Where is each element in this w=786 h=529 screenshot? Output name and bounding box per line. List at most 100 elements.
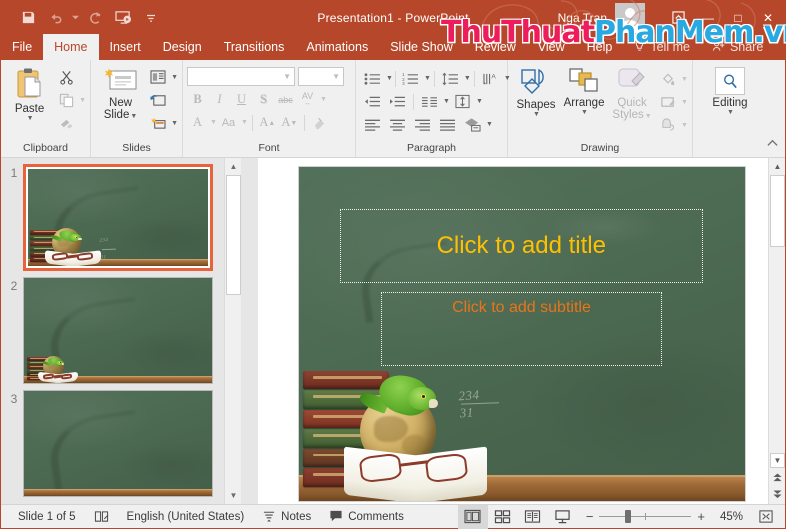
notes-button[interactable]: Notes xyxy=(253,509,320,525)
zoom-level[interactable]: 45% xyxy=(711,511,743,523)
shape-outline-dropdown-icon[interactable]: ▼ xyxy=(681,99,688,106)
thumbnail-item-2[interactable]: 2 xyxy=(1,271,241,384)
slide-show-button[interactable] xyxy=(548,505,578,529)
increase-font-size-button[interactable]: A ▲ xyxy=(257,112,278,133)
numbering-dropdown-icon[interactable]: ▼ xyxy=(424,75,431,82)
undo-icon[interactable] xyxy=(43,6,69,30)
shapes-button[interactable]: Shapes ▼ xyxy=(512,63,560,118)
customize-qat-icon[interactable] xyxy=(138,6,164,30)
shape-fill-dropdown-icon[interactable]: ▼ xyxy=(681,76,688,83)
slide-scrollbar[interactable]: ▲ ▼ xyxy=(768,158,785,504)
tab-file[interactable]: File xyxy=(1,34,43,60)
quick-styles-dropdown-icon[interactable]: ▼ xyxy=(645,113,652,120)
shape-effects-icon[interactable] xyxy=(656,114,680,136)
restore-button[interactable]: □ xyxy=(723,1,753,34)
zoom-controls[interactable]: − + 45% xyxy=(578,509,751,524)
share-button[interactable]: Share xyxy=(701,34,774,60)
redo-icon[interactable] xyxy=(82,6,108,30)
change-case-button[interactable]: Aa xyxy=(218,112,239,133)
thumbnail-3[interactable] xyxy=(23,390,213,497)
tab-help[interactable]: Help xyxy=(576,34,624,60)
align-center-icon[interactable] xyxy=(385,114,410,135)
font-name-input[interactable]: ▼ xyxy=(187,67,295,86)
shape-fill-icon[interactable] xyxy=(656,68,680,90)
accessibility-icon[interactable] xyxy=(85,510,118,524)
slide-scroll-thumb[interactable] xyxy=(770,175,785,247)
convert-to-smartart-dropdown-icon[interactable]: ▼ xyxy=(486,121,493,128)
slide-scroll-up-icon[interactable]: ▲ xyxy=(769,158,786,175)
line-spacing-dropdown-icon[interactable]: ▼ xyxy=(464,75,471,82)
close-button[interactable]: ✕ xyxy=(753,1,783,34)
slide-editing-area[interactable]: 234 31 Click to add title Click to add s… xyxy=(258,158,785,504)
character-spacing-dropdown-icon[interactable]: ▼ xyxy=(320,96,327,103)
start-from-beginning-icon[interactable] xyxy=(110,6,136,30)
italic-button[interactable]: I xyxy=(209,89,230,110)
thumbnail-scroll-up-icon[interactable]: ▲ xyxy=(225,158,241,175)
tab-home[interactable]: Home xyxy=(43,34,99,60)
thumbnail-2[interactable] xyxy=(23,277,213,384)
text-shadow-button[interactable]: S xyxy=(253,89,274,110)
line-spacing-icon[interactable] xyxy=(438,68,463,89)
new-slide-dropdown-icon[interactable]: ▼ xyxy=(130,113,137,120)
decrease-font-size-button[interactable]: A ▼ xyxy=(279,112,300,133)
decrease-indent-icon[interactable] xyxy=(360,91,385,112)
text-direction-icon[interactable]: A xyxy=(478,68,503,89)
shapes-dropdown-icon[interactable]: ▼ xyxy=(533,111,540,118)
font-size-input[interactable]: ▼ xyxy=(298,67,344,86)
bullets-dropdown-icon[interactable]: ▼ xyxy=(386,75,393,82)
tab-animations[interactable]: Animations xyxy=(295,34,379,60)
subtitle-placeholder[interactable]: Click to add subtitle xyxy=(381,292,662,366)
collapse-ribbon-icon[interactable] xyxy=(766,136,779,154)
zoom-slider-handle[interactable] xyxy=(625,510,632,523)
fit-slide-to-window-button[interactable] xyxy=(751,505,781,529)
character-spacing-button[interactable]: AV ↔ xyxy=(297,89,318,110)
tab-design[interactable]: Design xyxy=(152,34,213,60)
layout-icon[interactable] xyxy=(146,66,170,88)
zoom-in-button[interactable]: + xyxy=(697,509,705,524)
columns-dropdown-icon[interactable]: ▼ xyxy=(443,98,450,105)
slide-thumbnail-panel[interactable]: 1 234 31 2 3 ▲ ▼ xyxy=(1,158,241,504)
numbering-icon[interactable]: 123 xyxy=(398,68,423,89)
reset-icon[interactable] xyxy=(146,89,170,111)
cut-icon[interactable] xyxy=(54,66,78,88)
ribbon-display-options-icon[interactable] xyxy=(663,1,693,34)
copy-dropdown-icon[interactable]: ▼ xyxy=(79,97,86,104)
align-right-icon[interactable] xyxy=(410,114,435,135)
previous-slide-icon[interactable] xyxy=(770,470,785,485)
undo-dropdown-icon[interactable] xyxy=(71,6,80,30)
slide-canvas[interactable]: 234 31 Click to add title Click to add s… xyxy=(297,166,746,502)
quick-styles-button[interactable]: Quick Styles▼ xyxy=(608,63,656,123)
save-icon[interactable] xyxy=(15,6,41,30)
align-text-icon[interactable] xyxy=(450,91,475,112)
font-color-button[interactable]: A xyxy=(187,112,208,133)
tab-view[interactable]: View xyxy=(527,34,576,60)
section-dropdown-icon[interactable]: ▼ xyxy=(171,120,178,127)
justify-icon[interactable] xyxy=(435,114,460,135)
columns-icon[interactable] xyxy=(417,91,442,112)
bold-button[interactable]: B xyxy=(187,89,208,110)
comments-button[interactable]: Comments xyxy=(320,509,413,525)
arrange-dropdown-icon[interactable]: ▼ xyxy=(581,109,588,116)
tab-transitions[interactable]: Transitions xyxy=(213,34,296,60)
arrange-button[interactable]: Arrange ▼ xyxy=(560,63,608,116)
normal-view-button[interactable] xyxy=(457,504,488,529)
next-slide-icon[interactable] xyxy=(770,487,785,502)
font-color-dropdown-icon[interactable]: ▼ xyxy=(210,119,217,126)
thumbnail-1[interactable]: 234 31 xyxy=(23,164,213,271)
editing-button[interactable]: Editing ▼ xyxy=(700,63,760,116)
zoom-out-button[interactable]: − xyxy=(586,509,594,524)
change-case-dropdown-icon[interactable]: ▼ xyxy=(241,119,248,126)
slide-scroll-down-icon[interactable]: ▼ xyxy=(770,453,785,468)
thumbnail-item-3[interactable]: 3 xyxy=(1,384,241,497)
zoom-slider[interactable] xyxy=(599,510,692,523)
editing-dropdown-icon[interactable]: ▼ xyxy=(727,109,734,116)
language-indicator[interactable]: English (United States) xyxy=(118,511,254,523)
slide-sorter-view-button[interactable] xyxy=(488,505,518,529)
thumbnail-item-1[interactable]: 1 234 31 xyxy=(1,158,241,271)
shape-effects-dropdown-icon[interactable]: ▼ xyxy=(681,122,688,129)
align-text-dropdown-icon[interactable]: ▼ xyxy=(476,98,483,105)
strikethrough-button[interactable]: abc xyxy=(275,89,296,110)
paste-dropdown-icon[interactable]: ▼ xyxy=(27,115,34,122)
layout-dropdown-icon[interactable]: ▼ xyxy=(171,74,178,81)
tab-insert[interactable]: Insert xyxy=(99,34,152,60)
